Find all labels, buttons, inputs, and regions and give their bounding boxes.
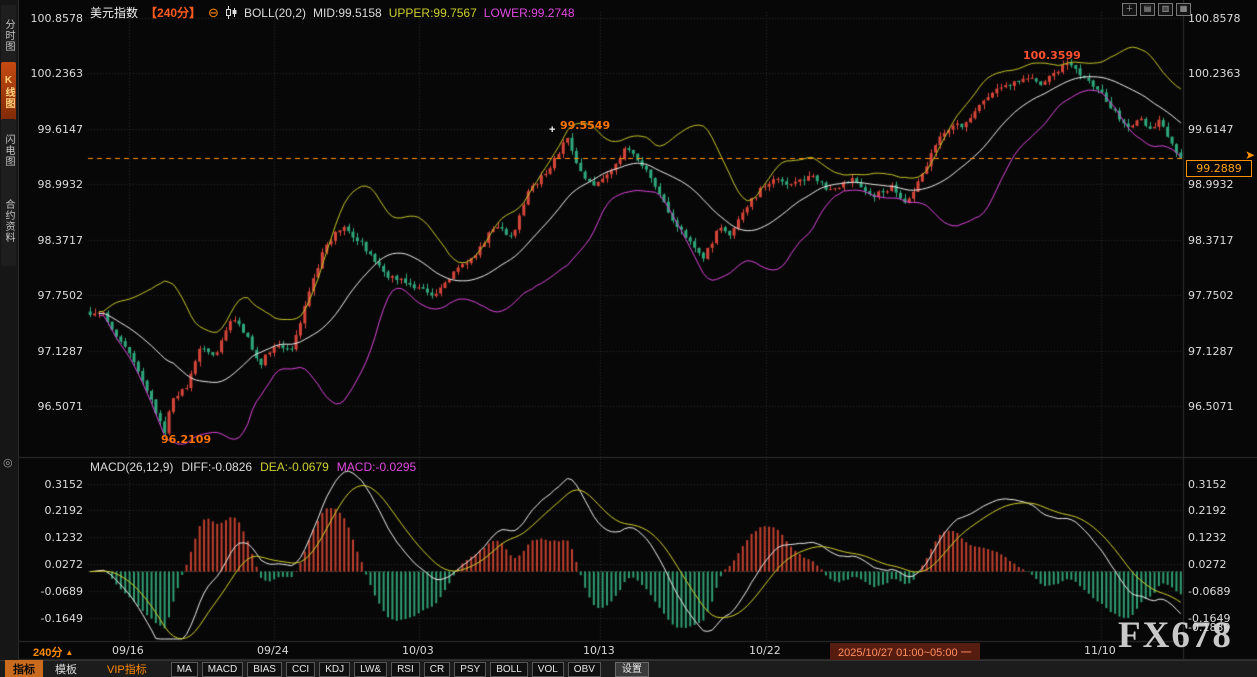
- macd-params-label: MACD(26,12,9): [90, 460, 174, 474]
- indicator-button-lw[interactable]: LW&: [354, 661, 388, 677]
- macd-axis-label-right: -0.1839: [1188, 621, 1231, 634]
- candlestick-icon: [225, 6, 237, 19]
- indicator-dot-icon[interactable]: ◎: [3, 456, 13, 469]
- price-axis-label-right: 98.9932: [1188, 178, 1234, 192]
- window-controls: ＋ ▤ ▥ ▦: [1122, 3, 1191, 16]
- macd-header: MACD(26,12,9) DIFF:-0.0826 DEA:-0.0679 M…: [90, 460, 416, 474]
- period-tag[interactable]: 【240分】: [145, 4, 201, 21]
- sidebar-tab-4[interactable]: 合约资料: [1, 176, 16, 266]
- settings-button[interactable]: 设置: [614, 661, 649, 677]
- date-axis-label: 10/22: [749, 644, 781, 657]
- period-selector[interactable]: 240分 ▲: [33, 644, 73, 660]
- price-annotation: 96.2109: [161, 433, 212, 446]
- macd-macd-value: MACD:-0.0295: [336, 460, 417, 474]
- candlestick-chart-canvas[interactable]: [0, 0, 1257, 677]
- macd-axis-label-right: 0.0272: [1188, 558, 1227, 571]
- indicator-button-bias[interactable]: BIAS: [247, 661, 282, 677]
- price-axis-label-right: 98.3717: [1188, 233, 1234, 247]
- price-axis-label-right: 97.7502: [1188, 289, 1234, 303]
- last-price-tag: 99.2889: [1186, 160, 1252, 177]
- indicator-buttons: MA MACD BIAS CCI KDJ LW& RSI CR PSY BOLL VOL OBV: [170, 661, 601, 677]
- macd-axis-label-right: 0.1232: [1188, 531, 1227, 545]
- price-axis-label-right: 97.1287: [1188, 344, 1234, 358]
- price-annotation: 99.5549: [560, 119, 611, 132]
- price-axis-label-right: 96.5071: [1188, 400, 1234, 413]
- layout-grid-icon[interactable]: ▤: [1140, 3, 1155, 16]
- hovered-bar-time: 2025/10/27 01:00~05:00 一: [830, 643, 980, 661]
- sidebar-tab-1[interactable]: 分时图: [1, 5, 16, 65]
- date-axis-label: 10/13: [583, 644, 615, 657]
- indicator-button-cci[interactable]: CCI: [285, 661, 316, 677]
- tab-indicators[interactable]: 指标: [5, 660, 43, 677]
- layout-rows-icon[interactable]: ▥: [1158, 3, 1173, 16]
- tab-vip-indicators[interactable]: VIP指标: [99, 660, 155, 677]
- indicator-button-ma[interactable]: MA: [170, 661, 198, 677]
- minus-circle-icon[interactable]: ⊖: [208, 6, 219, 19]
- price-axis-label-right: 99.6147: [1188, 122, 1234, 136]
- indicator-button-psy[interactable]: PSY: [454, 661, 487, 677]
- indicator-button-vol[interactable]: VOL: [531, 661, 564, 677]
- indicator-button-obv[interactable]: OBV: [567, 661, 601, 677]
- date-axis-label: 11/10: [1084, 644, 1116, 657]
- macd-axis-label-right: 0.3152: [1188, 477, 1227, 491]
- new-window-icon[interactable]: ＋: [1122, 3, 1137, 16]
- indicator-button-cr[interactable]: CR: [423, 661, 451, 677]
- indicator-button-macd[interactable]: MACD: [201, 661, 244, 677]
- period-label: 240分: [33, 647, 63, 659]
- indicator-button-kdj[interactable]: KDJ: [319, 661, 351, 677]
- latest-price-arrow-icon[interactable]: ➤: [1245, 148, 1255, 162]
- macd-diff-value: DIFF:-0.0826: [181, 460, 253, 474]
- price-annotation: 100.3599: [1023, 49, 1081, 62]
- tab-templates[interactable]: 模板: [47, 660, 85, 677]
- plus-marker-icon: +: [549, 124, 556, 136]
- chart-app: ◎ 美元指数 【240分】 ⊖ BOLL(20,2) MID:99.5158 U…: [0, 0, 1257, 677]
- symbol-name: 美元指数: [90, 6, 139, 20]
- price-axis-label-right: 100.2363: [1188, 67, 1241, 81]
- sidebar-tab-3[interactable]: 闪电图: [1, 119, 16, 181]
- chart-header: 美元指数 【240分】 ⊖ BOLL(20,2) MID:99.5158 UPP…: [90, 4, 575, 21]
- price-axis-label-right: 100.8578: [1188, 12, 1241, 25]
- date-axis-label: 09/16: [112, 644, 144, 657]
- boll-upper-value: UPPER:99.7567: [388, 5, 477, 20]
- triangle-up-icon: ▲: [65, 648, 74, 657]
- indicator-button-rsi[interactable]: RSI: [391, 661, 420, 677]
- indicator-button-boll[interactable]: BOLL: [490, 661, 528, 677]
- macd-axis-label-right: -0.0689: [1188, 584, 1231, 598]
- macd-dea-value: DEA:-0.0679: [260, 460, 329, 474]
- macd-axis-label-right: 0.2192: [1188, 504, 1227, 518]
- date-axis-label: 10/03: [402, 644, 434, 657]
- boll-mid-value: MID:99.5158: [313, 5, 382, 20]
- sidebar-tab-2[interactable]: K线图: [1, 62, 16, 122]
- date-axis-label: 09/24: [257, 644, 289, 657]
- layout-columns-icon[interactable]: ▦: [1176, 3, 1191, 16]
- bottom-toolbar: 指标 模板 VIP指标 MA MACD BIAS CCI KDJ LW& RSI CR PSY B…: [0, 660, 1257, 677]
- boll-params-label: BOLL(20,2): [243, 5, 306, 20]
- boll-lower-value: LOWER:99.2748: [483, 5, 575, 20]
